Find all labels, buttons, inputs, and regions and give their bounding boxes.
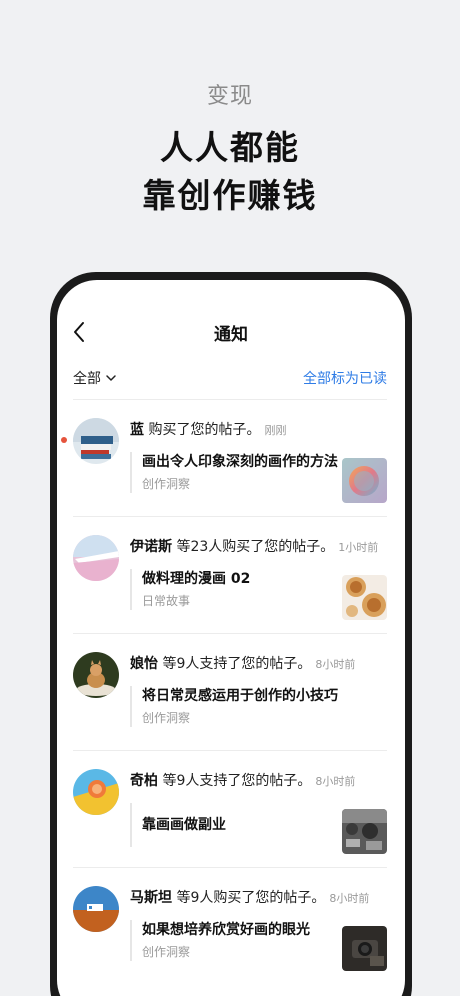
post-title: 靠画画做副业 (142, 816, 226, 833)
post-category: 日常故事 (142, 594, 191, 608)
post-quote[interactable]: 画出令人印象深刻的画作的方法 创作洞察 (130, 452, 340, 493)
mark-all-read-button[interactable]: 全部标为已读 (303, 368, 387, 388)
notification-action: 购买了您的帖子。 (144, 422, 261, 438)
post-thumbnail[interactable] (342, 809, 387, 854)
notification-action: 等9人购买了您的帖子。 (172, 890, 326, 906)
post-title: 将日常灵感运用于创作的小技巧 (142, 688, 338, 704)
post-title: 画出令人印象深刻的画作的方法 (142, 454, 338, 470)
chevron-down-icon (106, 375, 116, 381)
post-thumbnail[interactable] (342, 458, 387, 503)
timestamp: 1小时前 (338, 541, 379, 554)
timestamp: 8小时前 (315, 775, 356, 788)
avatar[interactable] (73, 652, 119, 698)
user-name[interactable]: 奇柏 (130, 773, 158, 789)
notification-headline: 蓝 购买了您的帖子。 刚刚 (130, 419, 387, 439)
post-category: 创作洞察 (142, 945, 191, 959)
notification-headline: 伊诺斯 等23人购买了您的帖子。 1小时前 (130, 536, 387, 556)
page-title: 通知 (214, 325, 248, 345)
filter-dropdown[interactable]: 全部 (73, 368, 117, 388)
notification-item[interactable]: 奇柏 等9人支持了您的帖子。 8小时前 靠画画做副业 (73, 751, 387, 868)
notification-action: 等9人支持了您的帖子。 (158, 656, 312, 672)
nav-bar: 通知 (57, 280, 405, 360)
post-quote[interactable]: 如果想培养欣赏好画的眼光 创作洞察 (130, 920, 340, 961)
avatar[interactable] (73, 418, 119, 464)
avatar[interactable] (73, 535, 119, 581)
user-name[interactable]: 伊诺斯 (130, 539, 172, 555)
user-name[interactable]: 娘怡 (130, 656, 158, 672)
avatar[interactable] (73, 886, 119, 932)
notification-item[interactable]: 马斯坦 等9人购买了您的帖子。 8小时前 如果想培养欣赏好画的眼光 创作洞察 (73, 868, 387, 985)
post-thumbnail[interactable] (342, 926, 387, 971)
timestamp: 8小时前 (329, 892, 370, 905)
notification-action: 等9人支持了您的帖子。 (158, 773, 312, 789)
promo-title-line2: 靠创作赚钱 (142, 176, 318, 215)
notification-headline: 马斯坦 等9人购买了您的帖子。 8小时前 (130, 887, 387, 907)
post-quote[interactable]: 做料理的漫画 02 日常故事 (130, 569, 340, 610)
notification-item[interactable]: 娘怡 等9人支持了您的帖子。 8小时前 将日常灵感运用于创作的小技巧 创作洞察 (73, 634, 387, 751)
user-name[interactable]: 马斯坦 (130, 890, 172, 906)
timestamp: 刚刚 (264, 424, 287, 437)
phone-screen: 通知 全部 全部标为已读 蓝 购买了您的帖子。 刚刚 画出令人印象深刻的画作的方… (57, 280, 405, 996)
post-title: 如果想培养欣赏好画的眼光 (142, 922, 310, 938)
timestamp: 8小时前 (315, 658, 356, 671)
avatar[interactable] (73, 769, 119, 815)
notification-item[interactable]: 伊诺斯 等23人购买了您的帖子。 1小时前 做料理的漫画 02 日常故事 (73, 517, 387, 634)
post-category: 创作洞察 (142, 711, 191, 725)
post-quote[interactable]: 靠画画做副业 (130, 803, 340, 847)
unread-dot (61, 437, 67, 443)
post-category: 创作洞察 (142, 477, 191, 491)
promo-title: 人人都能 靠创作赚钱 (0, 124, 460, 220)
notification-item[interactable]: 蓝 购买了您的帖子。 刚刚 画出令人印象深刻的画作的方法 创作洞察 (61, 400, 387, 517)
user-name[interactable]: 蓝 (130, 422, 144, 438)
notification-list: 蓝 购买了您的帖子。 刚刚 画出令人印象深刻的画作的方法 创作洞察 伊诺斯 等2… (57, 400, 405, 985)
filter-selected-label: 全部 (73, 371, 101, 387)
post-title: 做料理的漫画 02 (142, 571, 251, 587)
notification-headline: 娘怡 等9人支持了您的帖子。 8小时前 (130, 653, 387, 673)
filter-bar: 全部 全部标为已读 (57, 360, 405, 400)
promo-title-line1: 人人都能 (160, 128, 300, 167)
notification-headline: 奇柏 等9人支持了您的帖子。 8小时前 (130, 770, 387, 790)
notification-action: 等23人购买了您的帖子。 (172, 539, 335, 555)
promo-subtitle: 变现 (206, 84, 253, 109)
post-quote[interactable]: 将日常灵感运用于创作的小技巧 创作洞察 (130, 686, 340, 727)
post-thumbnail[interactable] (342, 575, 387, 620)
